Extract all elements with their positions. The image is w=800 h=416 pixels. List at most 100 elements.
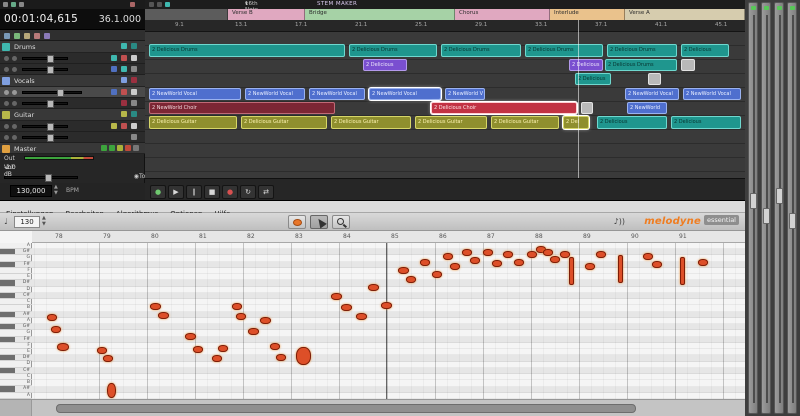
mixer-strip[interactable] xyxy=(761,2,771,414)
clip[interactable]: 2 Del xyxy=(563,116,589,129)
melodyne-note[interactable] xyxy=(462,249,472,256)
clip[interactable]: 2 Delicious xyxy=(363,59,407,71)
tool-icon[interactable] xyxy=(149,2,154,7)
clip[interactable]: 2 Delicious xyxy=(681,44,729,57)
clip[interactable]: 2 Delicious Guitar xyxy=(331,116,411,129)
arrow-tool[interactable] xyxy=(310,215,328,229)
clip[interactable]: 2 NewWorld V xyxy=(445,88,485,100)
clip[interactable] xyxy=(581,102,593,114)
clip[interactable]: 2 NewWorld Vocal xyxy=(625,88,679,100)
melodyne-note[interactable] xyxy=(150,303,161,310)
solo-dot[interactable] xyxy=(12,56,17,61)
melodyne-note[interactable] xyxy=(260,317,271,324)
melodyne-note[interactable] xyxy=(97,347,107,354)
melodyne-note[interactable] xyxy=(514,259,524,266)
melodyne-note[interactable] xyxy=(450,263,460,270)
send-chip[interactable] xyxy=(121,123,127,129)
melodyne-note[interactable] xyxy=(158,312,169,319)
clip[interactable]: 2 Delicious Guitar xyxy=(415,116,487,129)
send-chip[interactable] xyxy=(121,55,127,61)
solo-dot[interactable] xyxy=(12,101,17,106)
mute-dot[interactable] xyxy=(4,124,9,129)
melodyne-note[interactable] xyxy=(483,249,493,256)
scrollbar-thumb[interactable] xyxy=(56,404,636,413)
melodyne-note[interactable] xyxy=(527,251,537,258)
settings-icon[interactable] xyxy=(11,2,16,7)
send-chip[interactable] xyxy=(131,66,137,72)
melodyne-note[interactable] xyxy=(218,345,228,352)
melodyne-note[interactable] xyxy=(276,354,286,361)
melodyne-note[interactable] xyxy=(47,314,57,321)
clip[interactable]: 2 NewWorld Vocal xyxy=(309,88,365,100)
tool-icon[interactable] xyxy=(165,2,170,7)
mixer-strip[interactable] xyxy=(748,2,758,414)
send-chip[interactable] xyxy=(131,123,137,129)
follow-button[interactable]: ⇄ xyxy=(258,185,274,199)
melodyne-note[interactable] xyxy=(341,304,352,311)
clip[interactable]: 2 Delicious xyxy=(569,59,603,71)
record-button[interactable]: ● xyxy=(222,185,238,199)
melodyne-note[interactable] xyxy=(193,346,203,353)
zoom-tool[interactable] xyxy=(332,215,350,229)
melodyne-note[interactable] xyxy=(398,267,409,274)
clip[interactable]: 2 NewWorld xyxy=(627,102,667,114)
fader-handle[interactable] xyxy=(763,208,770,224)
melodyne-note[interactable] xyxy=(107,383,116,398)
section-marker[interactable]: Verse B xyxy=(228,9,305,20)
clip[interactable]: 2 Delicious Drums xyxy=(605,59,677,71)
clip[interactable]: 2 NewWorld Vocal xyxy=(369,88,441,100)
monitor-button[interactable]: ● xyxy=(150,185,166,199)
mute-dot[interactable] xyxy=(4,135,9,140)
section-marker[interactable] xyxy=(145,9,228,20)
swing-selector[interactable]: 16th Note Swing ▾ xyxy=(245,1,248,7)
melodyne-note[interactable] xyxy=(585,263,595,270)
send-chip[interactable] xyxy=(121,100,127,106)
send-chip[interactable] xyxy=(111,55,117,61)
solo-icon[interactable] xyxy=(44,33,50,39)
tempo-spinner[interactable]: ▲ ▼ xyxy=(42,215,46,227)
clip[interactable]: 2 Delicious Drums xyxy=(607,44,677,57)
stop-button[interactable]: ■ xyxy=(204,185,220,199)
touch-toggle[interactable]: ◉ Touch xyxy=(134,173,139,180)
melodyne-note[interactable] xyxy=(652,261,662,268)
clip[interactable] xyxy=(648,73,661,85)
melodyne-note[interactable] xyxy=(420,259,430,266)
track-chip[interactable] xyxy=(131,43,137,49)
track-chip[interactable] xyxy=(121,43,127,49)
track-chip[interactable] xyxy=(131,111,137,117)
melodyne-scrollbar[interactable] xyxy=(0,399,745,416)
section-marker[interactable]: Chorus xyxy=(455,9,550,20)
send-chip[interactable] xyxy=(131,134,137,140)
clip-lanes[interactable]: 2 Delicious Drums2 Delicious Drums2 Deli… xyxy=(145,32,745,178)
track-chip[interactable] xyxy=(131,77,137,83)
blob-tool[interactable] xyxy=(288,215,306,229)
melodyne-note[interactable] xyxy=(680,257,685,285)
melodyne-note[interactable] xyxy=(643,253,653,260)
melodyne-note[interactable] xyxy=(432,271,442,278)
melodyne-note[interactable] xyxy=(356,313,367,320)
vocals-controls-row[interactable] xyxy=(0,98,145,109)
section-marker[interactable]: Interlude xyxy=(550,9,625,20)
melodyne-note[interactable] xyxy=(470,257,480,264)
track-header-guitar[interactable]: Guitar xyxy=(0,109,145,121)
melodyne-note[interactable] xyxy=(618,255,623,283)
mute-icon[interactable] xyxy=(34,33,40,39)
melodyne-bar-ruler[interactable]: 7879808182838485868788899091 xyxy=(32,231,745,243)
track-header-vocals[interactable]: Vocals xyxy=(0,75,145,87)
section-marker[interactable]: Bridge xyxy=(305,9,455,20)
fader-handle[interactable] xyxy=(789,213,796,229)
pause-button[interactable]: ∥ xyxy=(186,185,202,199)
clip[interactable]: 2 NewWorld Vocal xyxy=(245,88,305,100)
bpm-spinner[interactable]: ▲ ▼ xyxy=(54,184,58,196)
tool-icon[interactable] xyxy=(157,2,162,7)
melodyne-note[interactable] xyxy=(236,313,246,320)
melodyne-note[interactable] xyxy=(103,355,113,362)
clip[interactable]: 2 Delicious Guitar xyxy=(491,116,559,129)
timeline-ruler[interactable]: 9.113.117.121.125.129.133.137.141.145.1 xyxy=(145,20,745,32)
volume-slider[interactable] xyxy=(22,91,82,94)
vocals-controls-row[interactable] xyxy=(0,87,145,98)
fader-handle[interactable] xyxy=(750,193,757,209)
melodyne-note[interactable] xyxy=(406,276,416,283)
fx-icon[interactable] xyxy=(24,33,30,39)
solo-dot[interactable] xyxy=(12,124,17,129)
